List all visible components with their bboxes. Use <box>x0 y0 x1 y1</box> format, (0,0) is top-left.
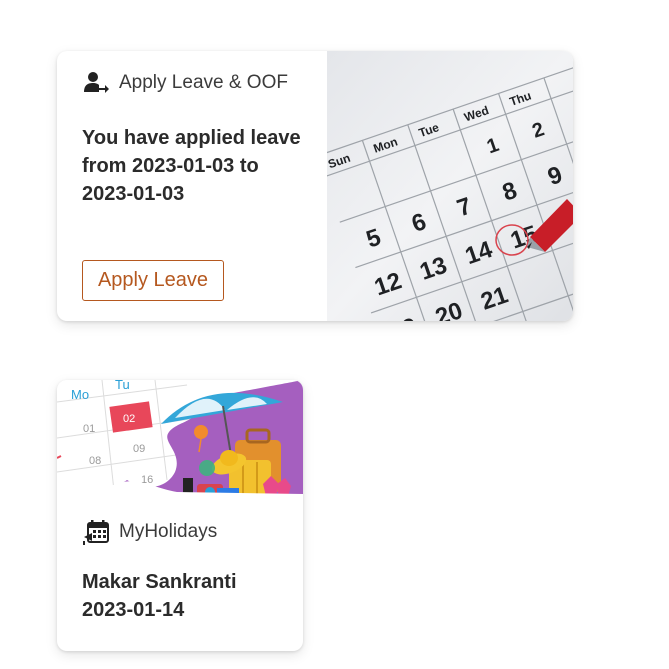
holiday-banner: Mo Tu 01 02 08 09 16 <box>57 380 303 500</box>
my-holidays-title: MyHolidays <box>119 521 218 542</box>
banner-date: 09 <box>133 443 145 455</box>
leave-status-message: You have applied leave from 2023-01-03 t… <box>82 124 301 208</box>
banner-date: 02 <box>123 413 135 425</box>
holiday-info: Makar Sankranti 2023-01-14 <box>82 568 237 624</box>
weekday-label: Mo <box>71 387 89 402</box>
banner-date: 08 <box>89 455 101 467</box>
leave-status-line: You have applied leave <box>82 127 301 149</box>
my-holidays-card: Mo Tu 01 02 08 09 16 MyHolidays Makar Sa… <box>57 380 303 651</box>
apply-leave-title: Apply Leave & OOF <box>119 72 288 93</box>
person-arrow-icon <box>84 72 109 93</box>
holiday-date: 2023-01-14 <box>82 599 185 621</box>
weekday-label: Tu <box>115 380 130 392</box>
calendar-photo: Sun Mon Tue Wed Thu 1 2 5 6 7 8 9 12 13 … <box>327 51 573 321</box>
holiday-name: Makar Sankranti <box>82 571 237 593</box>
apply-leave-content: Apply Leave & OOF You have applied leave… <box>57 51 327 321</box>
apply-leave-header: Apply Leave & OOF <box>83 70 288 96</box>
leave-status-line: from 2023-01-03 to <box>82 155 259 177</box>
my-holidays-header: MyHolidays <box>83 519 217 545</box>
apply-leave-button[interactable]: Apply Leave <box>82 260 224 301</box>
calendar-holiday-icon <box>83 520 109 545</box>
banner-date: 01 <box>83 423 95 435</box>
leave-status-line: 2023-01-03 <box>82 183 185 205</box>
apply-leave-card: Apply Leave & OOF You have applied leave… <box>57 51 573 321</box>
